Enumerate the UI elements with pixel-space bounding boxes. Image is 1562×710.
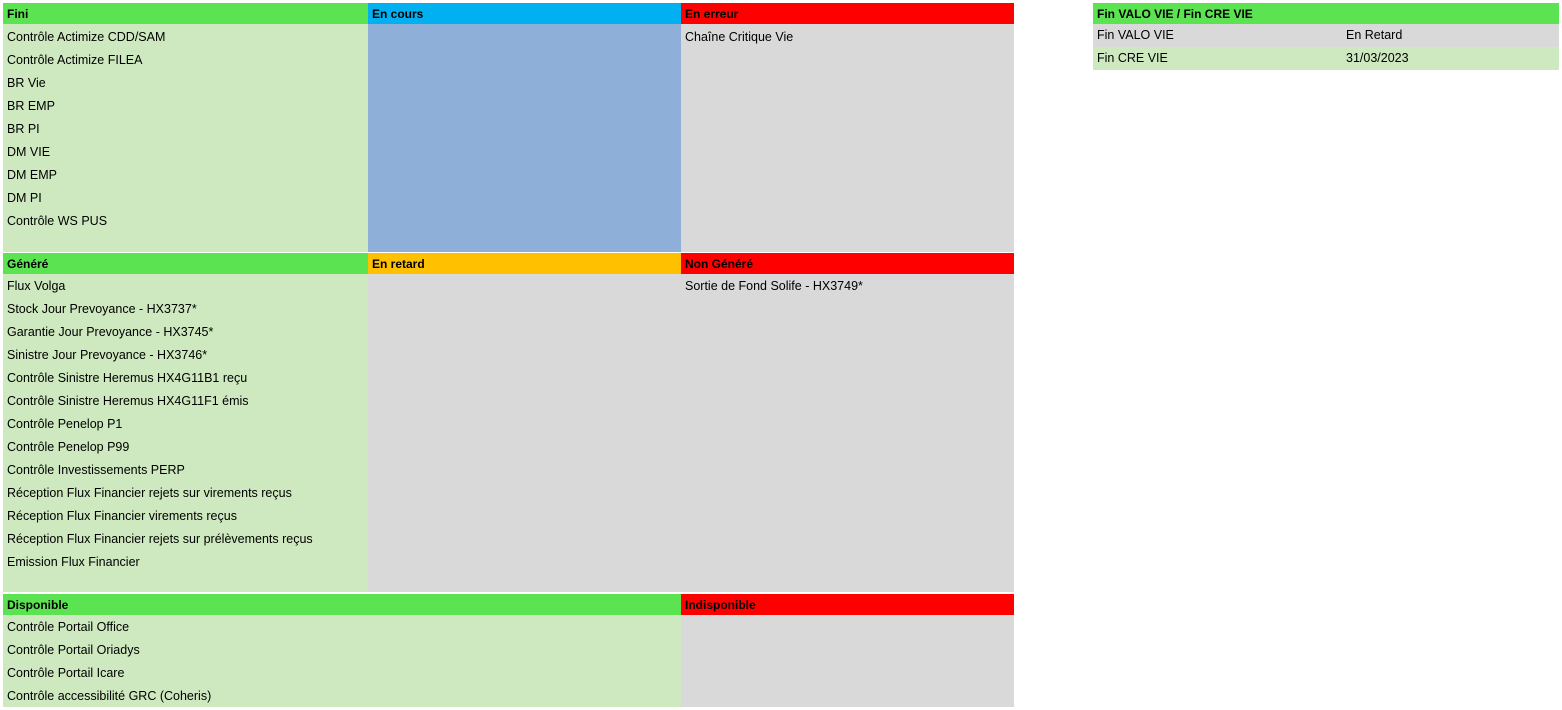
list-indisponible [681, 615, 1014, 707]
list-fini: Contrôle Actimize CDD/SAM Contrôle Actim… [3, 24, 368, 252]
list-item[interactable]: Sinistre Jour Prevoyance - HX3746* [3, 344, 368, 367]
list-item[interactable]: Emission Flux Financier [3, 551, 368, 574]
list-item[interactable]: Contrôle Portail Icare [3, 662, 681, 685]
header-fini: Fini [3, 3, 368, 24]
list-non-genere: Sortie de Fond Solife - HX3749* [681, 274, 1014, 592]
list-item[interactable]: BR Vie [3, 72, 368, 95]
table-row[interactable]: Fin VALO VIE En Retard [1093, 24, 1559, 47]
block-genere: Généré Flux Volga Stock Jour Prevoyance … [3, 253, 368, 592]
list-item[interactable]: DM VIE [3, 141, 368, 164]
header-en-retard: En retard [368, 253, 681, 274]
list-en-retard [368, 274, 681, 592]
list-item[interactable]: Contrôle WS PUS [3, 210, 368, 233]
list-item[interactable]: Contrôle Portail Office [3, 616, 681, 639]
list-item[interactable]: Réception Flux Financier rejets sur vire… [3, 482, 368, 505]
block-en-retard: En retard [368, 253, 681, 592]
table-row[interactable]: Fin CRE VIE 31/03/2023 [1093, 47, 1559, 70]
summary-label: Fin CRE VIE [1097, 51, 1168, 65]
list-en-erreur: Chaîne Critique Vie [681, 24, 1014, 252]
list-item[interactable]: Contrôle Sinistre Heremus HX4G11F1 émis [3, 390, 368, 413]
block-indisponible: Indisponible [681, 594, 1014, 707]
list-item[interactable]: Garantie Jour Prevoyance - HX3745* [3, 321, 368, 344]
block-en-erreur: En erreur Chaîne Critique Vie [681, 3, 1014, 252]
header-indisponible: Indisponible [681, 594, 1014, 615]
block-disponible: Disponible Contrôle Portail Office Contr… [3, 594, 681, 707]
block-non-genere: Non Généré Sortie de Fond Solife - HX374… [681, 253, 1014, 592]
block-fini: Fini Contrôle Actimize CDD/SAM Contrôle … [3, 3, 368, 252]
list-item[interactable]: Flux Volga [3, 275, 368, 298]
list-item[interactable]: Contrôle Portail Oriadys [3, 639, 681, 662]
list-item[interactable]: DM PI [3, 187, 368, 210]
list-item[interactable]: Contrôle accessibilité GRC (Coheris) [3, 685, 681, 708]
list-en-cours [368, 24, 681, 252]
list-item[interactable]: Réception Flux Financier virements reçus [3, 505, 368, 528]
list-item[interactable]: Stock Jour Prevoyance - HX3737* [3, 298, 368, 321]
summary-label: Fin VALO VIE [1097, 28, 1174, 42]
summary-value: 31/03/2023 [1346, 51, 1409, 65]
list-item[interactable]: Chaîne Critique Vie [681, 26, 1014, 49]
list-item[interactable]: Contrôle Penelop P99 [3, 436, 368, 459]
list-item[interactable]: Contrôle Penelop P1 [3, 413, 368, 436]
block-en-cours: En cours [368, 3, 681, 252]
list-item[interactable]: Sortie de Fond Solife - HX3749* [681, 275, 1014, 298]
list-item[interactable]: BR EMP [3, 95, 368, 118]
summary-table: Fin VALO VIE / Fin CRE VIE Fin VALO VIE … [1093, 3, 1559, 70]
list-item[interactable]: DM EMP [3, 164, 368, 187]
header-genere: Généré [3, 253, 368, 274]
list-disponible: Contrôle Portail Office Contrôle Portail… [3, 615, 681, 707]
list-genere: Flux Volga Stock Jour Prevoyance - HX373… [3, 274, 368, 592]
header-non-genere: Non Généré [681, 253, 1014, 274]
list-item[interactable]: Contrôle Actimize CDD/SAM [3, 26, 368, 49]
header-en-cours: En cours [368, 3, 681, 24]
summary-value: En Retard [1346, 28, 1403, 42]
list-item[interactable]: Réception Flux Financier rejets sur prél… [3, 528, 368, 551]
header-disponible: Disponible [3, 594, 681, 615]
list-item[interactable]: Contrôle Investissements PERP [3, 459, 368, 482]
list-item[interactable]: BR PI [3, 118, 368, 141]
header-en-erreur: En erreur [681, 3, 1014, 24]
list-item[interactable]: Contrôle Sinistre Heremus HX4G11B1 reçu [3, 367, 368, 390]
summary-header: Fin VALO VIE / Fin CRE VIE [1093, 3, 1559, 24]
list-item[interactable]: Contrôle Actimize FILEA [3, 49, 368, 72]
